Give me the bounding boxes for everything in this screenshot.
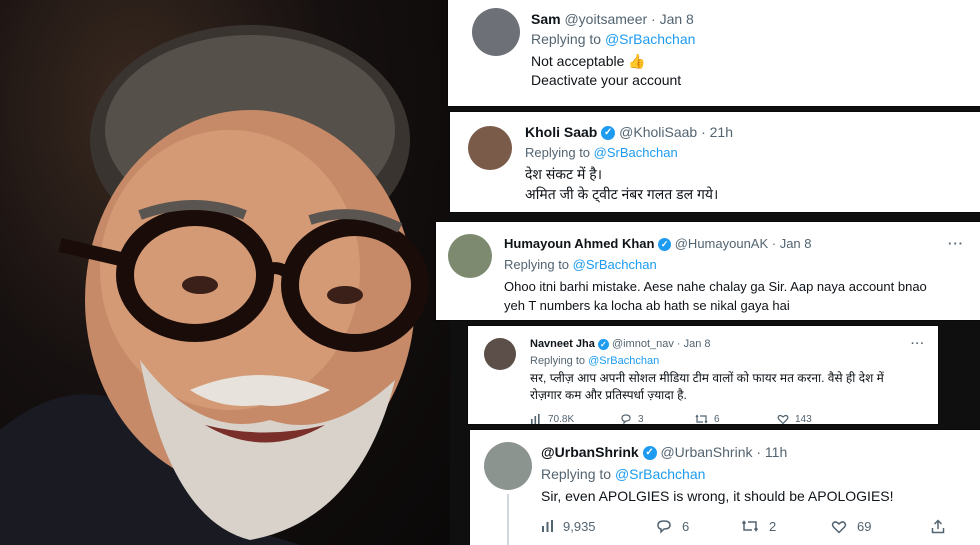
tweet-text-line: सर, प्लीज़ आप अपनी सोशल मीडिया टीम वालों… xyxy=(530,371,884,385)
reply-icon xyxy=(657,519,671,534)
replying-to-link[interactable]: @SrBachchan xyxy=(605,31,695,47)
tweet-card-urbanshrink[interactable]: @UrbanShrink ✓ @UrbanShrink · 11h Replyi… xyxy=(470,430,980,545)
replying-to-label: Replying to xyxy=(504,257,573,272)
retweet-icon xyxy=(741,520,759,532)
tweet-text-line: Not acceptable 👍 xyxy=(531,53,646,69)
verified-badge-icon: ✓ xyxy=(597,338,609,350)
replying-to-link[interactable]: @SrBachchan xyxy=(594,145,678,160)
verified-badge-icon: ✓ xyxy=(642,446,657,461)
share-button[interactable] xyxy=(931,518,945,534)
display-name[interactable]: Sam xyxy=(531,11,561,27)
avatar[interactable] xyxy=(448,234,492,278)
verified-badge-icon: ✓ xyxy=(658,238,672,252)
more-options-icon[interactable]: ··· xyxy=(911,338,925,350)
views-icon xyxy=(531,414,540,424)
portrait-illustration xyxy=(0,25,429,545)
retweet-count: 2 xyxy=(769,518,777,534)
verified-badge-icon: ✓ xyxy=(601,126,616,141)
tweet-card-navneet-jha[interactable]: Navneet Jha ✓ @imnot_nav · Jan 8 ··· Rep… xyxy=(468,326,938,424)
user-handle[interactable]: @yoitsameer xyxy=(564,11,647,27)
tweet-card-kholi-saab[interactable]: Kholi Saab ✓ @KholiSaab · 21h Replying t… xyxy=(450,112,980,212)
replying-to-label: Replying to xyxy=(525,145,594,160)
tweet-text-line: Sir, even APOLGIES is wrong, it should b… xyxy=(541,488,894,504)
reply-count: 3 xyxy=(638,413,644,425)
replying-to-link[interactable]: @SrBachchan xyxy=(588,355,659,367)
replying-to-label: Replying to xyxy=(530,355,589,367)
avatar[interactable] xyxy=(484,442,532,490)
tweet-timestamp[interactable]: · 11h xyxy=(756,444,787,460)
reply-button[interactable]: 6 xyxy=(656,519,741,534)
replying-to-link[interactable]: @SrBachchan xyxy=(573,257,657,272)
retweet-icon xyxy=(695,414,708,424)
reply-count: 6 xyxy=(682,518,690,534)
tweet-timestamp[interactable]: · Jan 8 xyxy=(677,338,711,350)
user-handle[interactable]: @HumayounAK xyxy=(675,236,768,251)
more-options-icon[interactable]: ··· xyxy=(948,236,964,251)
like-count: 143 xyxy=(795,413,812,425)
heart-icon xyxy=(777,414,789,424)
tweet-text-line: yeh T numbers ka locha ab hath se nikal … xyxy=(504,298,790,313)
user-handle[interactable]: @imnot_nav xyxy=(612,338,674,350)
heart-icon xyxy=(831,520,847,534)
display-name[interactable]: Kholi Saab xyxy=(525,124,597,140)
tweet-text-line: Deactivate your account xyxy=(531,72,682,88)
views-count: 9,935 xyxy=(563,518,596,534)
tweet-text-line: देश संकट में है। xyxy=(525,166,603,182)
views-button[interactable]: 70.8K xyxy=(530,413,620,424)
reply-button[interactable]: 3 xyxy=(620,413,695,424)
tweet-timestamp[interactable]: · 21h xyxy=(701,124,733,140)
replying-to-link[interactable]: @SrBachchan xyxy=(615,466,705,482)
retweet-count: 6 xyxy=(714,413,720,425)
avatar[interactable] xyxy=(468,126,512,170)
views-button[interactable]: 9,935 xyxy=(541,519,656,534)
display-name[interactable]: @UrbanShrink xyxy=(541,444,639,460)
views-icon xyxy=(542,520,553,532)
tweet-text-line: अमित जी के ट्वीट नंबर गलत डल गये। xyxy=(525,186,719,202)
tweet-timestamp[interactable]: · Jan 8 xyxy=(772,236,812,251)
share-icon xyxy=(931,518,945,533)
tweet-timestamp[interactable]: · Jan 8 xyxy=(651,11,694,27)
like-button[interactable]: 69 xyxy=(831,519,931,534)
views-count: 70.8K xyxy=(548,413,575,425)
replying-to-label: Replying to xyxy=(531,31,605,47)
tweet-text-line: Ohoo itni barhi mistake. Aese nahe chala… xyxy=(504,279,927,294)
user-handle[interactable]: @KholiSaab xyxy=(619,124,697,140)
like-button[interactable]: 143 xyxy=(777,413,847,424)
display-name[interactable]: Navneet Jha xyxy=(530,338,595,350)
replying-to-label: Replying to xyxy=(541,466,615,482)
avatar[interactable] xyxy=(472,8,520,56)
display-name[interactable]: Humayoun Ahmed Khan xyxy=(504,236,654,251)
tweet-card-sam[interactable]: Sam @yoitsameer · Jan 8 Replying to @SrB… xyxy=(448,0,980,106)
tweet-card-humayoun-ahmed-khan[interactable]: Humayoun Ahmed Khan ✓ @HumayounAK · Jan … xyxy=(436,222,980,320)
user-handle[interactable]: @UrbanShrink xyxy=(660,444,752,460)
tweet-text-line: रोज़गार कम और प्रतिस्पर्धा ज़्यादा है. xyxy=(530,388,687,402)
retweet-button[interactable]: 2 xyxy=(741,519,831,534)
retweet-button[interactable]: 6 xyxy=(695,413,777,424)
portrait-photo xyxy=(0,0,450,545)
reply-icon xyxy=(621,414,631,424)
avatar[interactable] xyxy=(484,338,516,370)
like-count: 69 xyxy=(857,518,872,534)
thread-line xyxy=(507,494,509,545)
